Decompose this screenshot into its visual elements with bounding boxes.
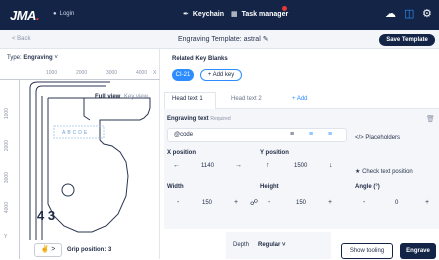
- check-position-label: Check text position: [362, 169, 413, 175]
- key-view-toggle[interactable]: Key view: [124, 94, 148, 100]
- arrow-up-icon[interactable]: ↑: [266, 160, 270, 172]
- key-outline-drawing: [29, 81, 151, 252]
- chevron-down-icon: ˅: [282, 242, 286, 248]
- template-title-text: Engraving Template: astral: [178, 36, 261, 43]
- ruler-x-tick: 3000: [106, 70, 118, 76]
- grip-icon: ✌: [40, 246, 50, 253]
- angle-stepper[interactable]: - 0 +: [355, 197, 435, 211]
- x-position-label: X position: [167, 150, 196, 156]
- align-right-icon[interactable]: ≡: [328, 129, 332, 141]
- trash-icon[interactable]: 🗑: [426, 115, 435, 123]
- tab-head-text-2[interactable]: Head text 2: [231, 96, 262, 102]
- grip-position-button[interactable]: ✌ >: [34, 243, 62, 257]
- chevron-down-icon: ˅: [54, 55, 58, 61]
- depth-label: Depth: [233, 242, 250, 248]
- width-stepper[interactable]: - 150 +: [167, 197, 247, 211]
- chevron-right-icon: >: [51, 246, 56, 253]
- notification-badge: [282, 6, 287, 11]
- angle-label: Angle (°): [355, 184, 380, 190]
- ruler-x-tick: 1000: [46, 70, 58, 76]
- angle-value[interactable]: 0: [395, 197, 398, 209]
- ruler-x-unit: X: [153, 70, 157, 76]
- pen-icon: ✒: [183, 11, 189, 18]
- key-code-preview: 4 3: [37, 208, 56, 223]
- width-value[interactable]: 150: [202, 197, 212, 209]
- logo-text: JMA: [10, 8, 36, 23]
- gear-icon[interactable]: ⚙: [422, 7, 432, 20]
- nav-task-manager[interactable]: ▦ Task manager: [231, 10, 288, 18]
- minus-icon[interactable]: -: [177, 197, 179, 209]
- x-position-value[interactable]: 1140: [201, 160, 214, 172]
- grid-icon: ▦: [231, 11, 238, 18]
- placeholders-label: Placeholders: [365, 135, 401, 141]
- show-tooling-button[interactable]: Show tooling: [341, 243, 393, 259]
- type-selector[interactable]: Type: Engraving ˅: [7, 55, 58, 61]
- x-position-stepper[interactable]: ← 1140 →: [167, 160, 247, 174]
- jma-logo[interactable]: JMA.: [10, 8, 40, 23]
- nav-keychain[interactable]: ✒ Keychain: [183, 10, 224, 18]
- grip-position-label: Grip position: 3: [67, 247, 112, 253]
- arrow-right-icon[interactable]: →: [235, 160, 242, 172]
- engraving-text-value: @code: [174, 132, 194, 138]
- minus-icon[interactable]: -: [268, 197, 270, 209]
- check-text-position-button[interactable]: ★ Check text position: [355, 168, 413, 175]
- cloud-icon[interactable]: ☁: [385, 7, 396, 20]
- arrow-left-icon[interactable]: ←: [173, 160, 180, 172]
- tab-add[interactable]: + Add: [292, 96, 308, 102]
- height-label: Height: [260, 184, 279, 190]
- type-label: Type: [7, 55, 21, 61]
- engraving-text-label-text: Engraving text: [167, 116, 209, 122]
- back-link[interactable]: < Back: [12, 36, 31, 42]
- full-view-toggle[interactable]: Full view: [95, 94, 120, 100]
- engrave-button[interactable]: Engrave: [400, 243, 436, 259]
- minus-icon[interactable]: -: [363, 197, 365, 209]
- engraving-text-input[interactable]: @code ≡ ≡ ≡: [167, 128, 347, 142]
- login-link[interactable]: ● Login: [53, 11, 74, 17]
- placeholder-icon: </>: [355, 135, 364, 141]
- ruler-x-tick: 4000: [136, 70, 148, 76]
- edit-pencil-icon[interactable]: ✎: [263, 36, 269, 43]
- align-left-icon[interactable]: ≡: [290, 129, 294, 141]
- placeholders-button[interactable]: </> Placeholders: [355, 135, 400, 141]
- related-key-blanks-label: Related Key Blanks: [172, 56, 228, 62]
- save-template-button[interactable]: Save Template: [379, 34, 435, 46]
- user-icon: ●: [53, 11, 57, 17]
- nav-keychain-label: Keychain: [192, 11, 224, 18]
- y-position-label: Y position: [260, 150, 289, 156]
- nav-task-manager-label: Task manager: [241, 11, 289, 18]
- engraved-text-preview: ABCDE: [62, 130, 90, 136]
- check-icon: ★: [355, 169, 361, 175]
- engraving-text-label: Engraving text Required: [167, 116, 231, 122]
- link-icon[interactable]: ☍: [250, 198, 258, 207]
- ruler-x-tick: 2000: [76, 70, 88, 76]
- depth-value[interactable]: Regular ˅: [258, 242, 286, 248]
- plus-icon[interactable]: +: [425, 197, 429, 209]
- document-icon[interactable]: ◫: [404, 7, 414, 20]
- key-blank-chip[interactable]: CI-21: [172, 69, 194, 81]
- logo-dot: .: [35, 8, 40, 23]
- type-value: Engraving: [23, 55, 53, 61]
- template-title: Engraving Template: astral ✎: [178, 35, 269, 43]
- plus-icon[interactable]: +: [328, 197, 332, 209]
- required-note: Required: [210, 116, 231, 122]
- tab-head-text-1[interactable]: Head text 1: [172, 96, 203, 102]
- height-value[interactable]: 150: [296, 197, 306, 209]
- add-key-button[interactable]: + Add key: [200, 69, 242, 81]
- plus-icon[interactable]: +: [234, 197, 238, 209]
- width-label: Width: [167, 184, 184, 190]
- login-label: Login: [59, 11, 75, 17]
- y-position-value[interactable]: 1500: [294, 160, 307, 172]
- arrow-down-icon[interactable]: ↓: [329, 160, 333, 172]
- depth-value-text: Regular: [258, 242, 281, 248]
- y-position-stepper[interactable]: ↑ 1500 ↓: [260, 160, 345, 174]
- height-stepper[interactable]: - 150 +: [262, 197, 342, 211]
- align-center-icon[interactable]: ≡: [309, 129, 313, 141]
